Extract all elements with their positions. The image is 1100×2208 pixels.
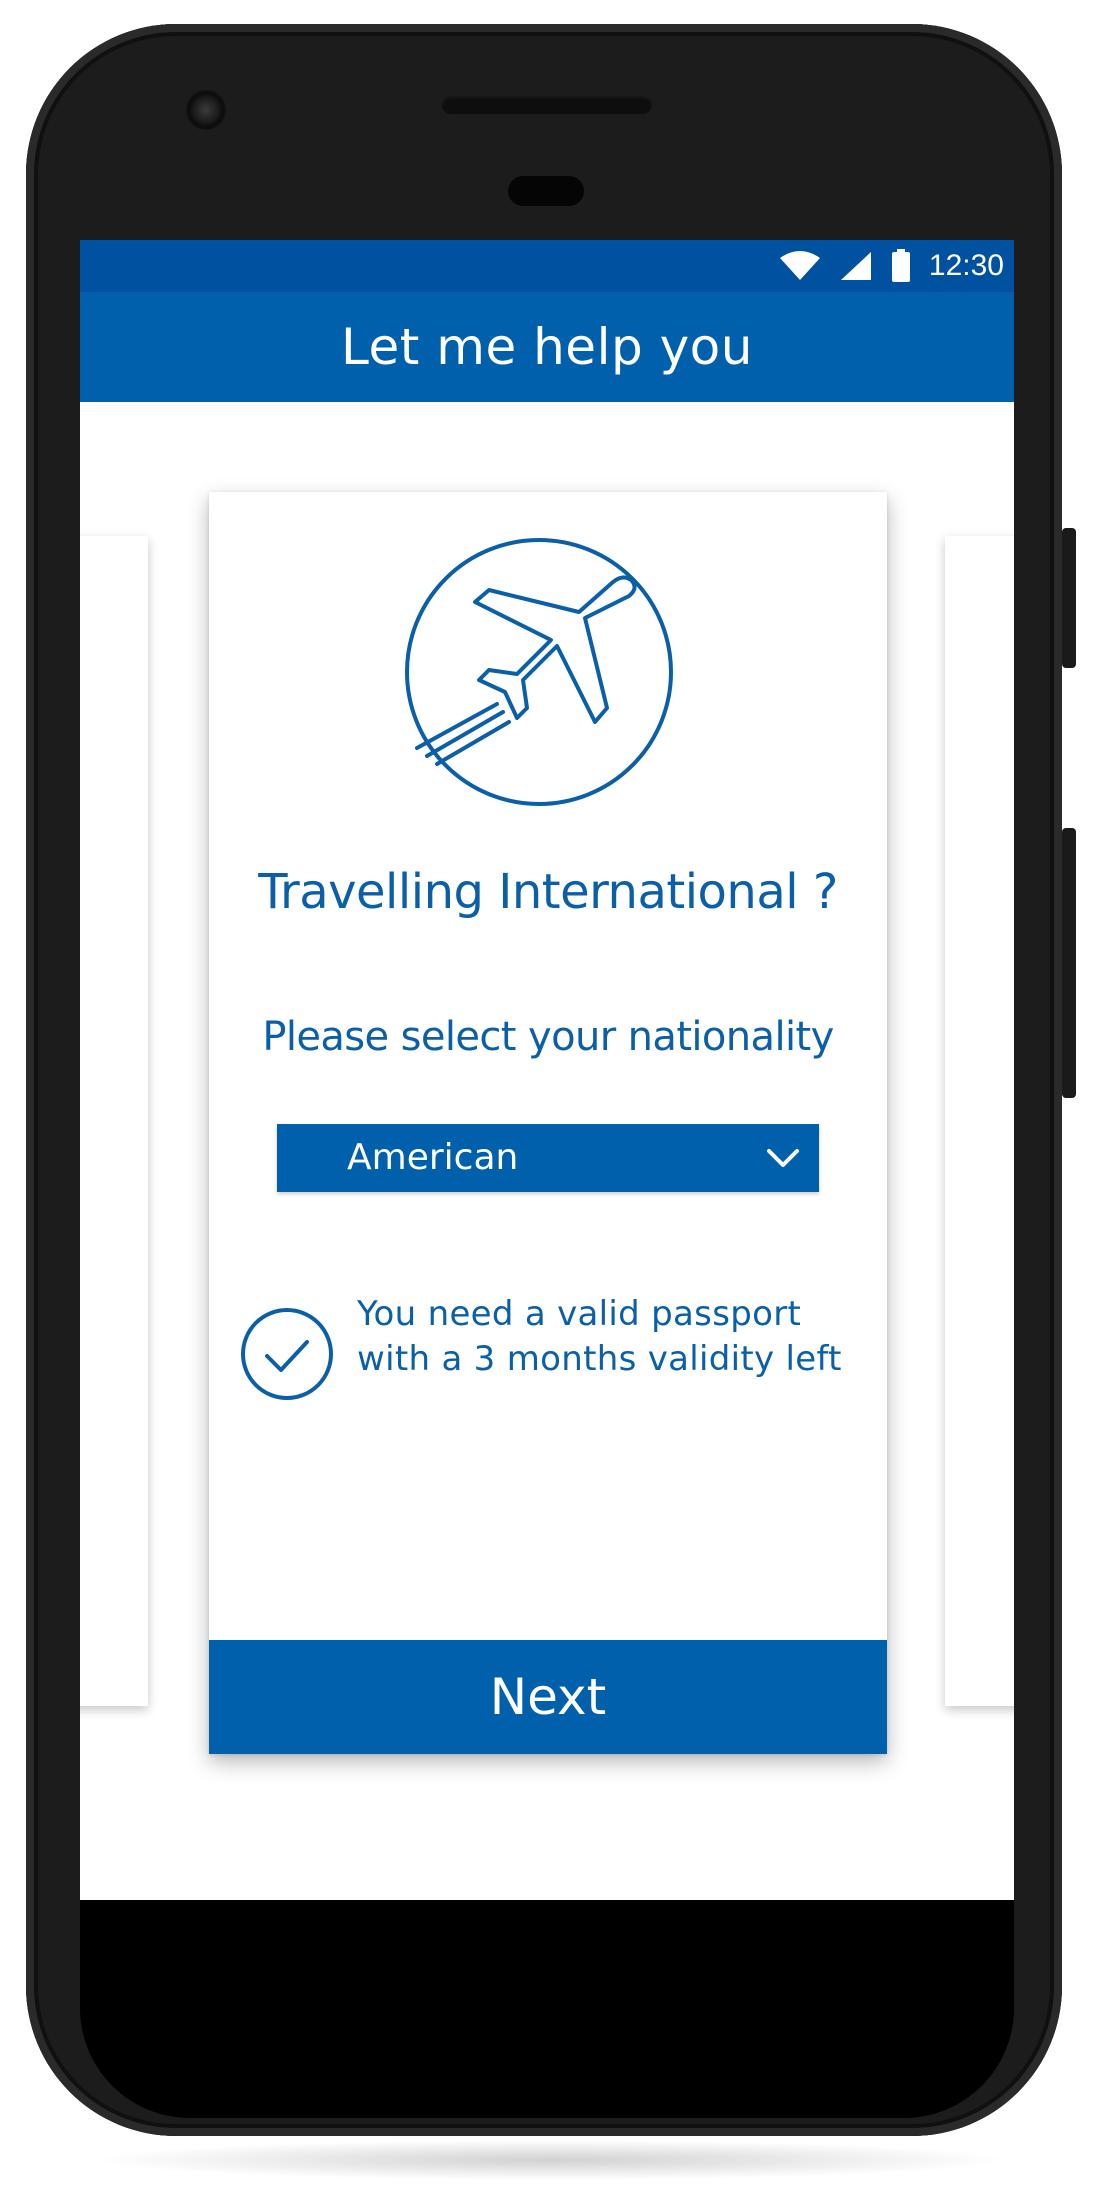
card-title: Travelling International ? (258, 864, 838, 920)
status-icons: 12:30 (779, 240, 1004, 292)
app-bar: Let me help you (80, 292, 1014, 402)
checkmark-circle-icon (241, 1308, 333, 1400)
passport-info-text: You need a valid passport with a 3 month… (357, 1294, 842, 1379)
passport-info: You need a valid passport with a 3 month… (239, 1292, 859, 1432)
nationality-select[interactable]: American (277, 1124, 819, 1192)
chevron-down-icon (767, 1149, 799, 1167)
nationality-select-value: American (347, 1137, 519, 1178)
phone-power-button (1062, 528, 1076, 668)
card-subtitle: Please select your nationality (262, 1014, 834, 1060)
phone-bottom-bezel (80, 1900, 1014, 2118)
app-title: Let me help you (341, 318, 753, 376)
phone-shadow (90, 2140, 1010, 2180)
proximity-sensor (508, 176, 584, 206)
status-bar: 12:30 (80, 240, 1014, 292)
status-time: 12:30 (928, 249, 1004, 282)
next-button-label: Next (489, 1668, 607, 1726)
airplane-takeoff-icon (405, 538, 673, 806)
wifi-icon (779, 251, 820, 280)
travel-card: Travelling International ? Please select… (209, 492, 887, 1754)
next-button[interactable]: Next (209, 1640, 887, 1754)
earpiece-speaker (442, 96, 652, 114)
next-card-peek[interactable] (945, 536, 1014, 1706)
cellular-signal-icon (840, 252, 871, 280)
previous-card-peek[interactable] (80, 536, 148, 1706)
front-camera (186, 90, 226, 130)
battery-icon (891, 249, 910, 282)
phone-volume-button (1062, 828, 1076, 1098)
mockup-stage: 12:30 Let me help you Travelling Interna… (0, 0, 1100, 2208)
phone-screen: 12:30 Let me help you Travelling Interna… (80, 240, 1014, 1900)
